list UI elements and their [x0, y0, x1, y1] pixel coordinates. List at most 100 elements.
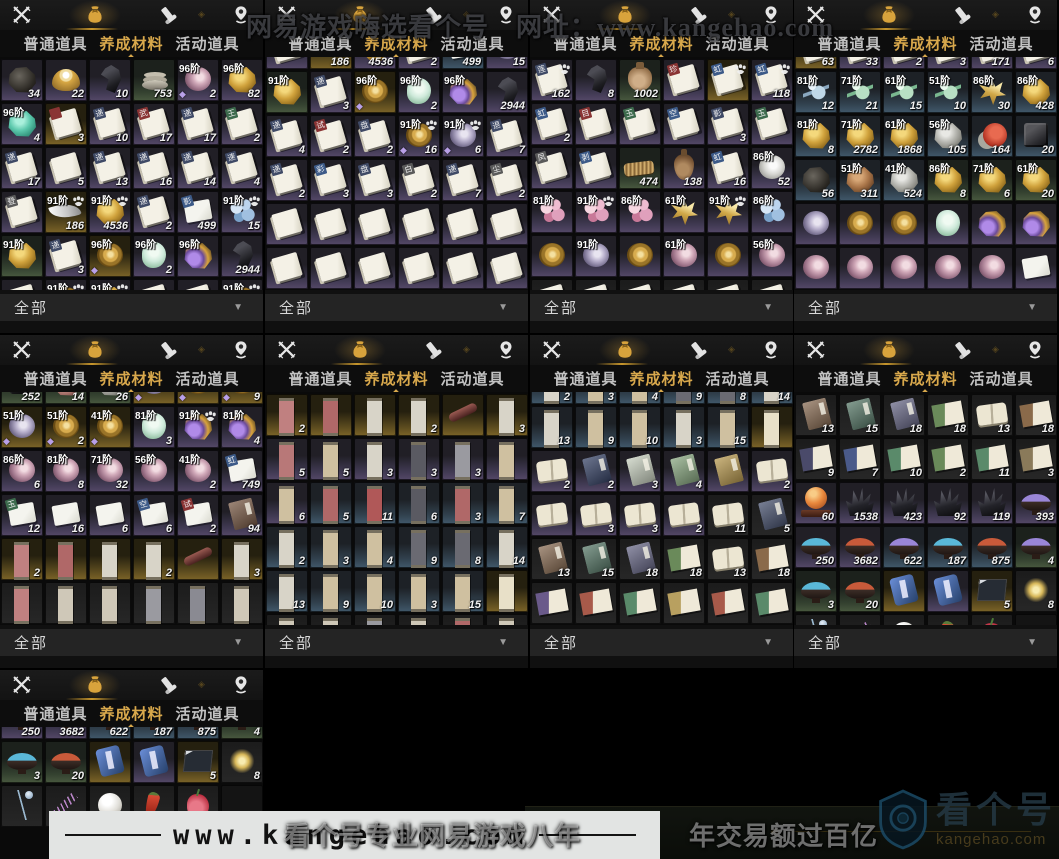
item-slot[interactable]: [177, 538, 219, 580]
item-slot[interactable]: 5: [310, 438, 352, 480]
filter-dropdown[interactable]: 全部 ▼: [0, 294, 263, 321]
item-slot[interactable]: 20: [45, 741, 87, 783]
item-slot[interactable]: 14: [751, 392, 793, 404]
money-bag-icon[interactable]: [332, 335, 388, 366]
item-slot[interactable]: 递2: [266, 159, 308, 201]
item-slot[interactable]: 9: [398, 526, 440, 568]
item-slot[interactable]: 递 16: [133, 147, 175, 189]
item-slot[interactable]: 虹: [707, 59, 749, 101]
item-slot[interactable]: 186: [310, 57, 352, 69]
tab-养成材料[interactable]: 养成材料: [629, 368, 693, 389]
item-slot[interactable]: 7: [486, 482, 528, 524]
item-slot[interactable]: 138: [663, 147, 705, 189]
item-slot[interactable]: 119: [971, 482, 1013, 524]
item-slot[interactable]: 96阶 82: [221, 59, 263, 101]
item-slot[interactable]: 9: [795, 438, 837, 480]
item-slot[interactable]: [839, 614, 881, 625]
item-slot[interactable]: 王2: [221, 103, 263, 145]
item-slot[interactable]: 86阶 30: [971, 71, 1013, 113]
money-bag-icon[interactable]: [861, 335, 917, 366]
item-slot[interactable]: 71阶 32: [89, 450, 131, 492]
item-slot[interactable]: 递 17: [1, 147, 43, 189]
item-slot[interactable]: [1, 582, 43, 624]
item-slot[interactable]: 3: [442, 482, 484, 524]
item-slot[interactable]: [486, 247, 528, 289]
item-slot[interactable]: 空: [663, 103, 705, 145]
item-slot[interactable]: [707, 279, 749, 290]
item-slot[interactable]: 91阶: [177, 406, 219, 448]
item-slot[interactable]: 33: [839, 57, 881, 69]
item-slot[interactable]: 3682: [45, 727, 87, 739]
item-slot[interactable]: 91阶: [1, 235, 43, 277]
item-slot[interactable]: 86阶 52: [751, 147, 793, 189]
item-slot[interactable]: 尘2: [486, 159, 528, 201]
item-slot[interactable]: 81阶 4: [221, 406, 263, 448]
item-slot[interactable]: 2: [883, 57, 925, 69]
item-slot[interactable]: [442, 203, 484, 245]
item-slot[interactable]: [795, 203, 837, 245]
chevron-down-icon[interactable]: ▼: [498, 637, 508, 648]
filter-dropdown[interactable]: 全部 ▼: [530, 629, 793, 656]
item-slot[interactable]: 393: [1015, 482, 1057, 524]
item-slot[interactable]: 86阶: [751, 191, 793, 233]
item-slot[interactable]: 56阶: [751, 235, 793, 277]
item-slot[interactable]: [398, 614, 440, 625]
item-slot[interactable]: 18: [663, 538, 705, 580]
item-slot[interactable]: 虹2: [531, 103, 573, 145]
item-slot[interactable]: [927, 570, 969, 612]
item-slot[interactable]: 81阶 8: [795, 115, 837, 157]
item-slot[interactable]: [531, 235, 573, 277]
location-pin-icon[interactable]: [494, 338, 518, 362]
item-slot[interactable]: 61阶 20: [1015, 159, 1057, 201]
item-slot[interactable]: 递3: [45, 235, 87, 277]
item-slot[interactable]: 91阶 ◆ 6: [442, 115, 484, 157]
item-slot[interactable]: 13: [707, 538, 749, 580]
item-slot[interactable]: 11: [971, 438, 1013, 480]
item-slot[interactable]: [486, 438, 528, 480]
item-slot[interactable]: 凤: [531, 147, 573, 189]
item-slot[interactable]: 剥: [575, 147, 617, 189]
item-slot[interactable]: [883, 203, 925, 245]
crossed-swords-icon[interactable]: [10, 673, 34, 697]
item-slot[interactable]: 91阶: [221, 279, 263, 290]
item-slot[interactable]: 5: [266, 438, 308, 480]
item-slot[interactable]: [442, 394, 484, 436]
item-slot[interactable]: 61阶: [663, 235, 705, 277]
scroll-icon[interactable]: [950, 3, 974, 27]
item-slot[interactable]: 423: [883, 482, 925, 524]
item-slot[interactable]: [531, 494, 573, 536]
tab-活动道具[interactable]: 活动道具: [176, 33, 240, 54]
item-slot[interactable]: 499: [442, 57, 484, 69]
item-slot[interactable]: [531, 582, 573, 624]
scroll-icon[interactable]: [421, 338, 445, 362]
item-slot[interactable]: 13: [795, 394, 837, 436]
item-slot[interactable]: 3: [795, 570, 837, 612]
item-slot[interactable]: 10: [89, 59, 131, 101]
item-slot[interactable]: 9: [310, 570, 352, 612]
item-slot[interactable]: 虹 16: [707, 147, 749, 189]
item-slot[interactable]: [89, 538, 131, 580]
item-slot[interactable]: 86阶 428: [1015, 71, 1057, 113]
item-slot[interactable]: [486, 203, 528, 245]
item-slot[interactable]: 94: [221, 494, 263, 536]
tab-普通道具[interactable]: 普通道具: [23, 33, 87, 54]
item-slot[interactable]: 20: [839, 570, 881, 612]
item-slot[interactable]: 96阶 ◆: [354, 71, 396, 113]
item-slot[interactable]: [795, 614, 837, 625]
item-slot[interactable]: 10: [354, 570, 396, 612]
item-slot[interactable]: 96阶 4: [1, 103, 43, 145]
item-slot[interactable]: [927, 614, 969, 625]
item-slot[interactable]: 56: [795, 159, 837, 201]
item-slot[interactable]: 875: [971, 526, 1013, 568]
item-slot[interactable]: 81阶 8: [45, 450, 87, 492]
tab-养成材料[interactable]: 养成材料: [99, 33, 163, 54]
item-slot[interactable]: [310, 614, 352, 625]
item-slot[interactable]: 递 14: [177, 147, 219, 189]
item-slot[interactable]: 18: [619, 538, 661, 580]
item-slot[interactable]: 96阶 ◆: [89, 235, 131, 277]
filter-dropdown[interactable]: 全部 ▼: [265, 294, 528, 321]
item-slot[interactable]: [133, 582, 175, 624]
item-slot[interactable]: 递4: [266, 115, 308, 157]
money-bag-icon[interactable]: [597, 335, 653, 366]
item-slot[interactable]: [266, 57, 308, 69]
